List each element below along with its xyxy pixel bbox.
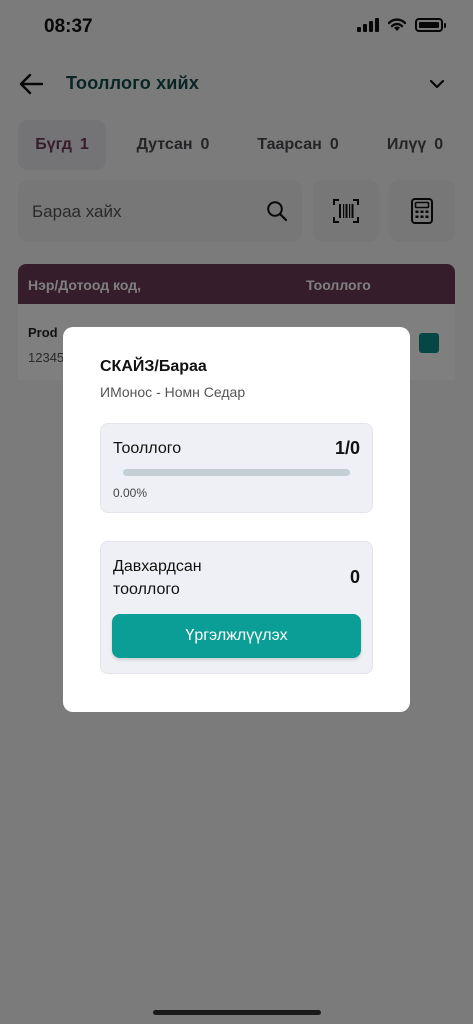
count-progress-bar bbox=[123, 469, 350, 476]
duplicate-card: Давхардсан тооллого 0 Үргэлжлүүлэх bbox=[100, 541, 373, 674]
count-label: Тооллого bbox=[113, 440, 182, 457]
dialog-title: СКАЙЗ/Бараа bbox=[100, 358, 207, 375]
count-dialog: СКАЙЗ/Бараа ИМонос - Номн Седар Тооллого… bbox=[63, 327, 410, 712]
count-card: Тооллого 1/0 0.00% bbox=[100, 423, 373, 513]
home-indicator bbox=[153, 1010, 321, 1015]
continue-button[interactable]: Үргэлжлүүлэх bbox=[112, 614, 361, 658]
count-value: 1/0 bbox=[334, 438, 360, 458]
duplicate-value: 0 bbox=[349, 567, 360, 587]
count-percent: 0.00% bbox=[113, 486, 148, 500]
dialog-subtitle: ИМонос - Номн Седар bbox=[100, 384, 246, 400]
duplicate-label: Давхардсан тооллого bbox=[113, 558, 202, 598]
